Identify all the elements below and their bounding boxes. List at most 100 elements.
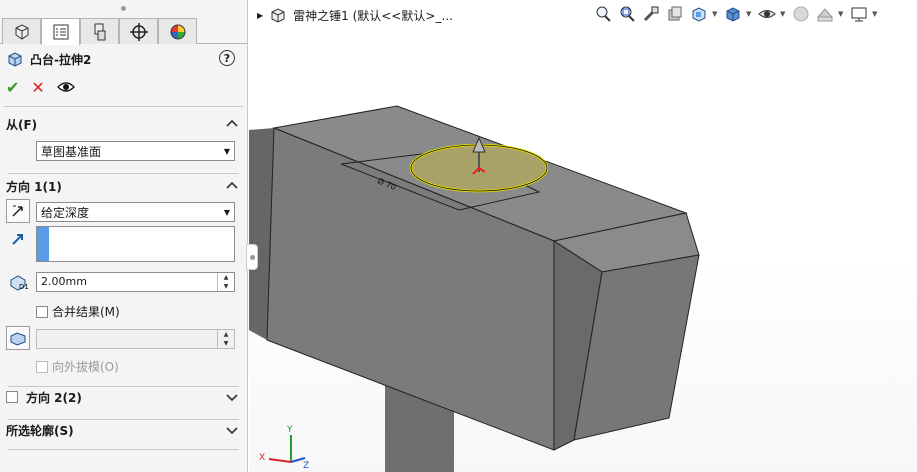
tab-property-manager[interactable] (41, 18, 80, 45)
heads-up-toolbar: ▼ ▼ ▼ ▼ ▼ (592, 3, 880, 25)
zoom-fit-icon (596, 6, 611, 22)
reverse-direction-button[interactable] (6, 199, 30, 223)
divider (8, 449, 239, 450)
help-button[interactable]: ? (219, 50, 235, 66)
divider (4, 106, 243, 107)
selection-focus-bar (37, 227, 49, 261)
zoom-to-fit-button[interactable] (592, 3, 614, 25)
spin-down-icon[interactable]: ▼ (218, 282, 234, 291)
help-label: ? (223, 51, 231, 65)
draft-outward-label: 向外拔模(O) (52, 360, 119, 374)
handle-dot (249, 254, 255, 260)
triad-x-label: X (259, 453, 265, 463)
triad-z-label: Z (303, 461, 309, 471)
hide-show-eye-icon (758, 10, 776, 18)
display-style-button[interactable] (722, 3, 744, 25)
display-style-icon (726, 7, 740, 22)
dropdown-arrow-icon: ▼ (223, 146, 230, 156)
chevron-up-icon (226, 119, 238, 127)
expand-arrow-icon[interactable]: ▶ (257, 11, 263, 20)
hide-show-button[interactable] (756, 3, 778, 25)
feature-tree-flyout[interactable]: ▶ 雷神之锤1 (默认<<默认>_... (257, 6, 453, 24)
preview-eye-icon[interactable] (56, 81, 75, 93)
direction1-header[interactable]: 方向 1(1) (0, 175, 247, 197)
direction2-checkbox[interactable] (6, 391, 18, 403)
end-condition-dropdown[interactable]: 给定深度 ▼ (36, 202, 235, 222)
section-view-button[interactable] (664, 3, 686, 25)
reverse-arrow-icon (12, 205, 23, 217)
contours-title: 所选轮廓(S) (6, 423, 74, 438)
depth-spinner[interactable]: ▲ ▼ (217, 273, 234, 291)
draft-outward-checkbox: 向外拔模(O) (36, 358, 119, 375)
boss-extrude-icon (8, 52, 22, 67)
configuration-icon (94, 23, 105, 40)
appearance-sphere-icon (793, 6, 809, 22)
zoom-to-area-button[interactable] (616, 3, 638, 25)
view-orientation-icon (692, 7, 706, 22)
monitor-icon (851, 7, 867, 22)
direction-selection-box[interactable] (36, 226, 235, 262)
contours-header[interactable]: 所选轮廓(S) (0, 419, 247, 441)
cancel-x-icon[interactable]: ✕ (31, 78, 44, 97)
checkbox-box[interactable] (36, 305, 48, 318)
manager-tabs (0, 16, 247, 45)
ok-check-icon[interactable]: ✔ (6, 78, 19, 97)
property-list-icon (53, 24, 68, 40)
svg-text:D1: D1 (19, 283, 29, 291)
hammer-model[interactable]: Ø 70 Y X Z (249, 0, 917, 472)
panel-collapse-handle[interactable] (246, 244, 258, 270)
tab-dimxpert-manager[interactable] (119, 18, 158, 44)
from-section-header[interactable]: 从(F) (0, 113, 247, 135)
feature-title-bar: 凸台-拉伸2 ? (0, 44, 247, 74)
feature-tree-icon (15, 23, 28, 40)
merge-result-checkbox[interactable]: 合并结果(M) (36, 303, 120, 320)
view-settings-button[interactable] (848, 3, 870, 25)
draft-angle-input: ▲ ▼ (36, 329, 235, 349)
direction1-title: 方向 1(1) (6, 179, 62, 194)
depth-input[interactable]: 2.00mm ▲ ▼ (36, 272, 235, 292)
direction2-header[interactable]: 方向 2(2) (0, 386, 247, 408)
dropdown-arrow-icon[interactable]: ▼ (746, 3, 754, 25)
draft-button[interactable] (6, 326, 30, 350)
tree-title: 雷神之锤1 (默认<<默认>_... (293, 8, 453, 23)
spin-up-icon[interactable]: ▲ (218, 273, 234, 282)
graphics-viewport[interactable]: Ø 70 Y X Z ▶ 雷神之锤1 (默认<<默认>_... ▼ ▼ ▼ ▼ … (249, 0, 917, 472)
tab-configuration-manager[interactable] (80, 18, 119, 44)
depth-dimension-icon: D1 (10, 275, 29, 291)
chevron-down-icon (226, 427, 238, 435)
from-dropdown[interactable]: 草图基准面 ▼ (36, 141, 235, 161)
dropdown-arrow-icon[interactable]: ▼ (712, 3, 720, 25)
tab-feature-manager[interactable] (2, 18, 41, 44)
chevron-up-icon (226, 181, 238, 189)
feature-title: 凸台-拉伸2 (30, 52, 92, 67)
panel-grip[interactable] (0, 0, 247, 16)
checkbox-box (36, 360, 48, 373)
property-manager-panel: 凸台-拉伸2 ? ✔ ✕ 从(F) 草图基准面 ▼ 方向 1(1) 给定深度 ▼ D… (0, 0, 248, 472)
action-bar: ✔ ✕ (0, 74, 247, 100)
previous-view-icon (643, 6, 659, 22)
section-view-icon (668, 6, 682, 21)
spin-down-icon: ▼ (223, 340, 229, 347)
previous-view-button[interactable] (640, 3, 662, 25)
from-section-title: 从(F) (6, 117, 38, 132)
color-wheel-icon (170, 24, 185, 39)
crosshair-icon (129, 22, 148, 41)
scene-button[interactable] (814, 3, 836, 25)
dropdown-arrow-icon[interactable]: ▼ (872, 3, 880, 25)
tab-display-manager[interactable] (158, 18, 197, 44)
scene-icon (816, 8, 834, 22)
dropdown-arrow-icon[interactable]: ▼ (780, 3, 788, 25)
draft-icon (10, 332, 26, 346)
draft-spinner: ▲ ▼ (217, 330, 234, 348)
view-orientation-button[interactable] (688, 3, 710, 25)
part-icon (271, 8, 285, 23)
dropdown-arrow-icon[interactable]: ▼ (838, 3, 846, 25)
view-triad: Y X Z (259, 425, 309, 471)
from-dropdown-value: 草图基准面 (41, 144, 102, 159)
triad-y-label: Y (286, 425, 293, 435)
direction-arrow-icon (12, 234, 23, 245)
depth-value: 2.00mm (41, 275, 87, 288)
direction2-title: 方向 2(2) (26, 390, 82, 405)
appearance-button[interactable] (790, 3, 812, 25)
zoom-area-icon (620, 6, 635, 22)
